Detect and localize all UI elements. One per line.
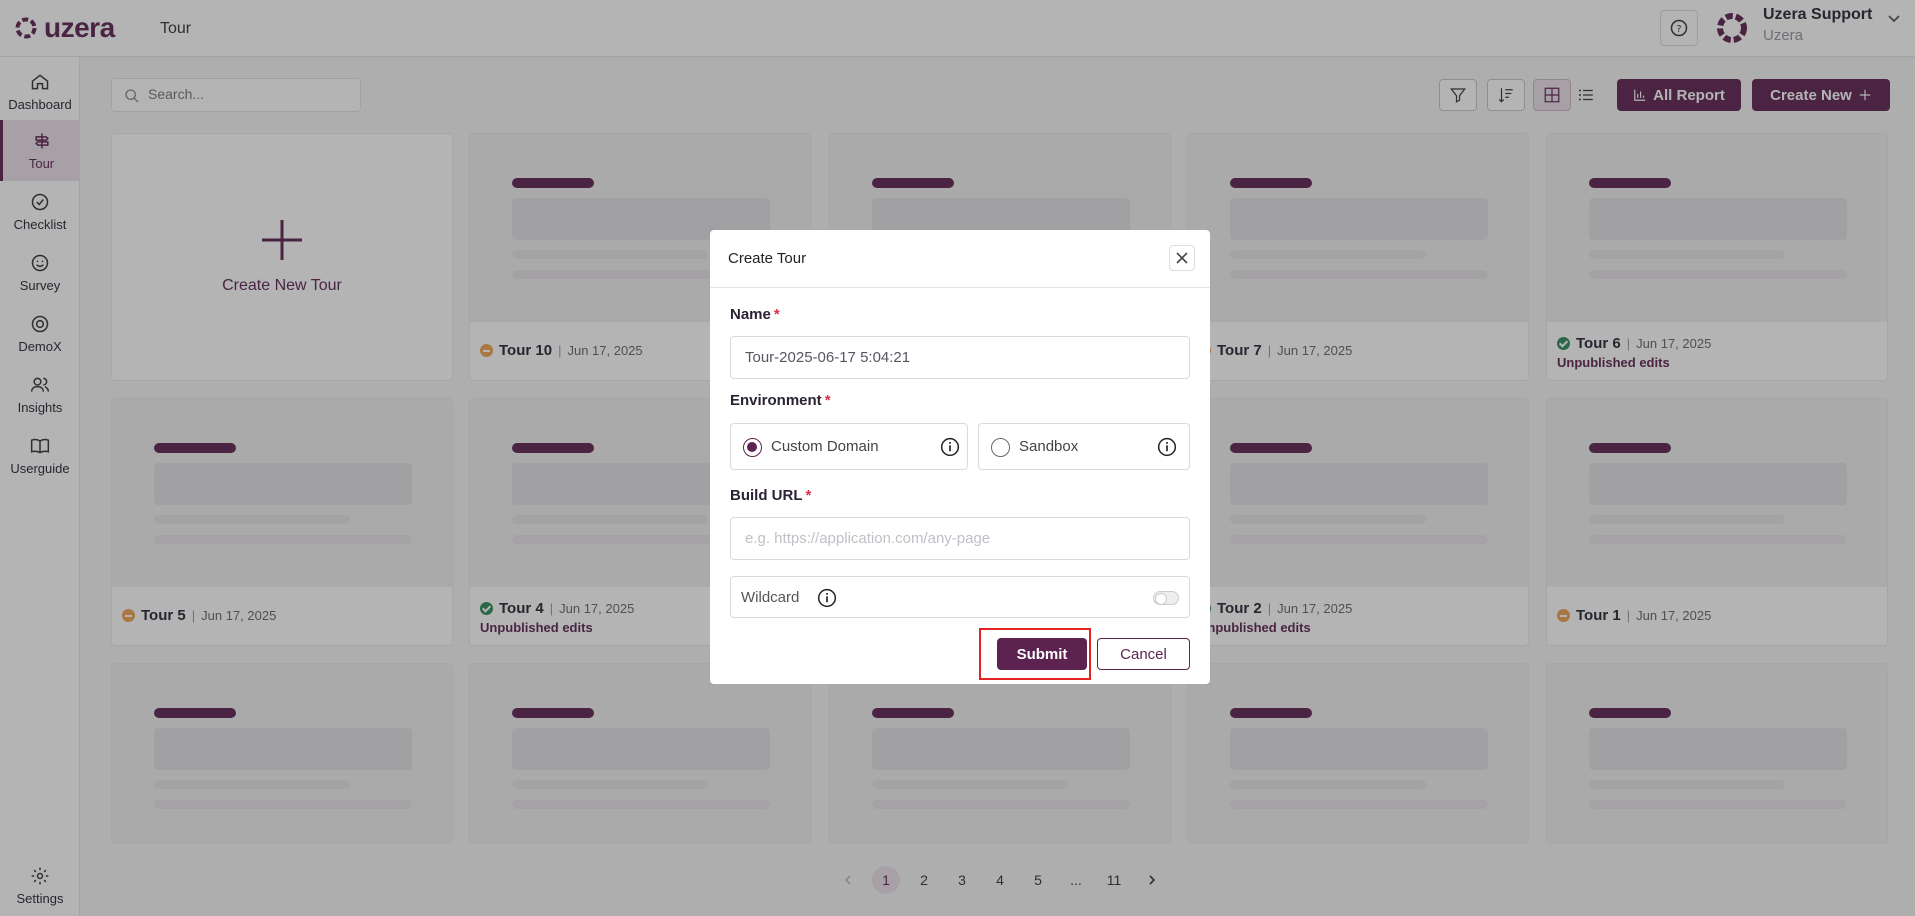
info-icon[interactable] — [817, 588, 837, 608]
radio-selected[interactable] — [743, 438, 762, 457]
submit-button[interactable]: Submit — [997, 638, 1087, 670]
environment-label: Environment * — [730, 392, 831, 409]
info-icon[interactable] — [1157, 437, 1177, 457]
radio-unselected[interactable] — [991, 438, 1010, 457]
dialog-title: Create Tour — [728, 250, 807, 267]
name-label: Name * — [730, 306, 780, 323]
close-icon — [1176, 252, 1188, 264]
close-button[interactable] — [1169, 245, 1195, 271]
wildcard-label: Wildcard — [741, 589, 800, 606]
wildcard-row: Wildcard — [730, 576, 1190, 618]
create-tour-dialog: Create Tour Name * Tour-2025-06-17 5:04:2… — [710, 230, 1210, 684]
cancel-button[interactable]: Cancel — [1097, 638, 1190, 670]
env-option-sandbox[interactable]: Sandbox — [978, 423, 1190, 470]
wildcard-toggle[interactable] — [1153, 591, 1179, 605]
build-url-label: Build URL * — [730, 487, 812, 504]
build-url-input[interactable]: e.g. https://application.com/any-page — [730, 517, 1190, 560]
dialog-header: Create Tour — [710, 230, 1210, 288]
radio-label: Custom Domain — [771, 438, 879, 455]
env-option-custom-domain[interactable]: Custom Domain — [730, 423, 968, 470]
info-icon[interactable] — [940, 437, 960, 457]
radio-label: Sandbox — [1019, 438, 1079, 455]
name-field[interactable]: Tour-2025-06-17 5:04:21 — [730, 336, 1190, 379]
